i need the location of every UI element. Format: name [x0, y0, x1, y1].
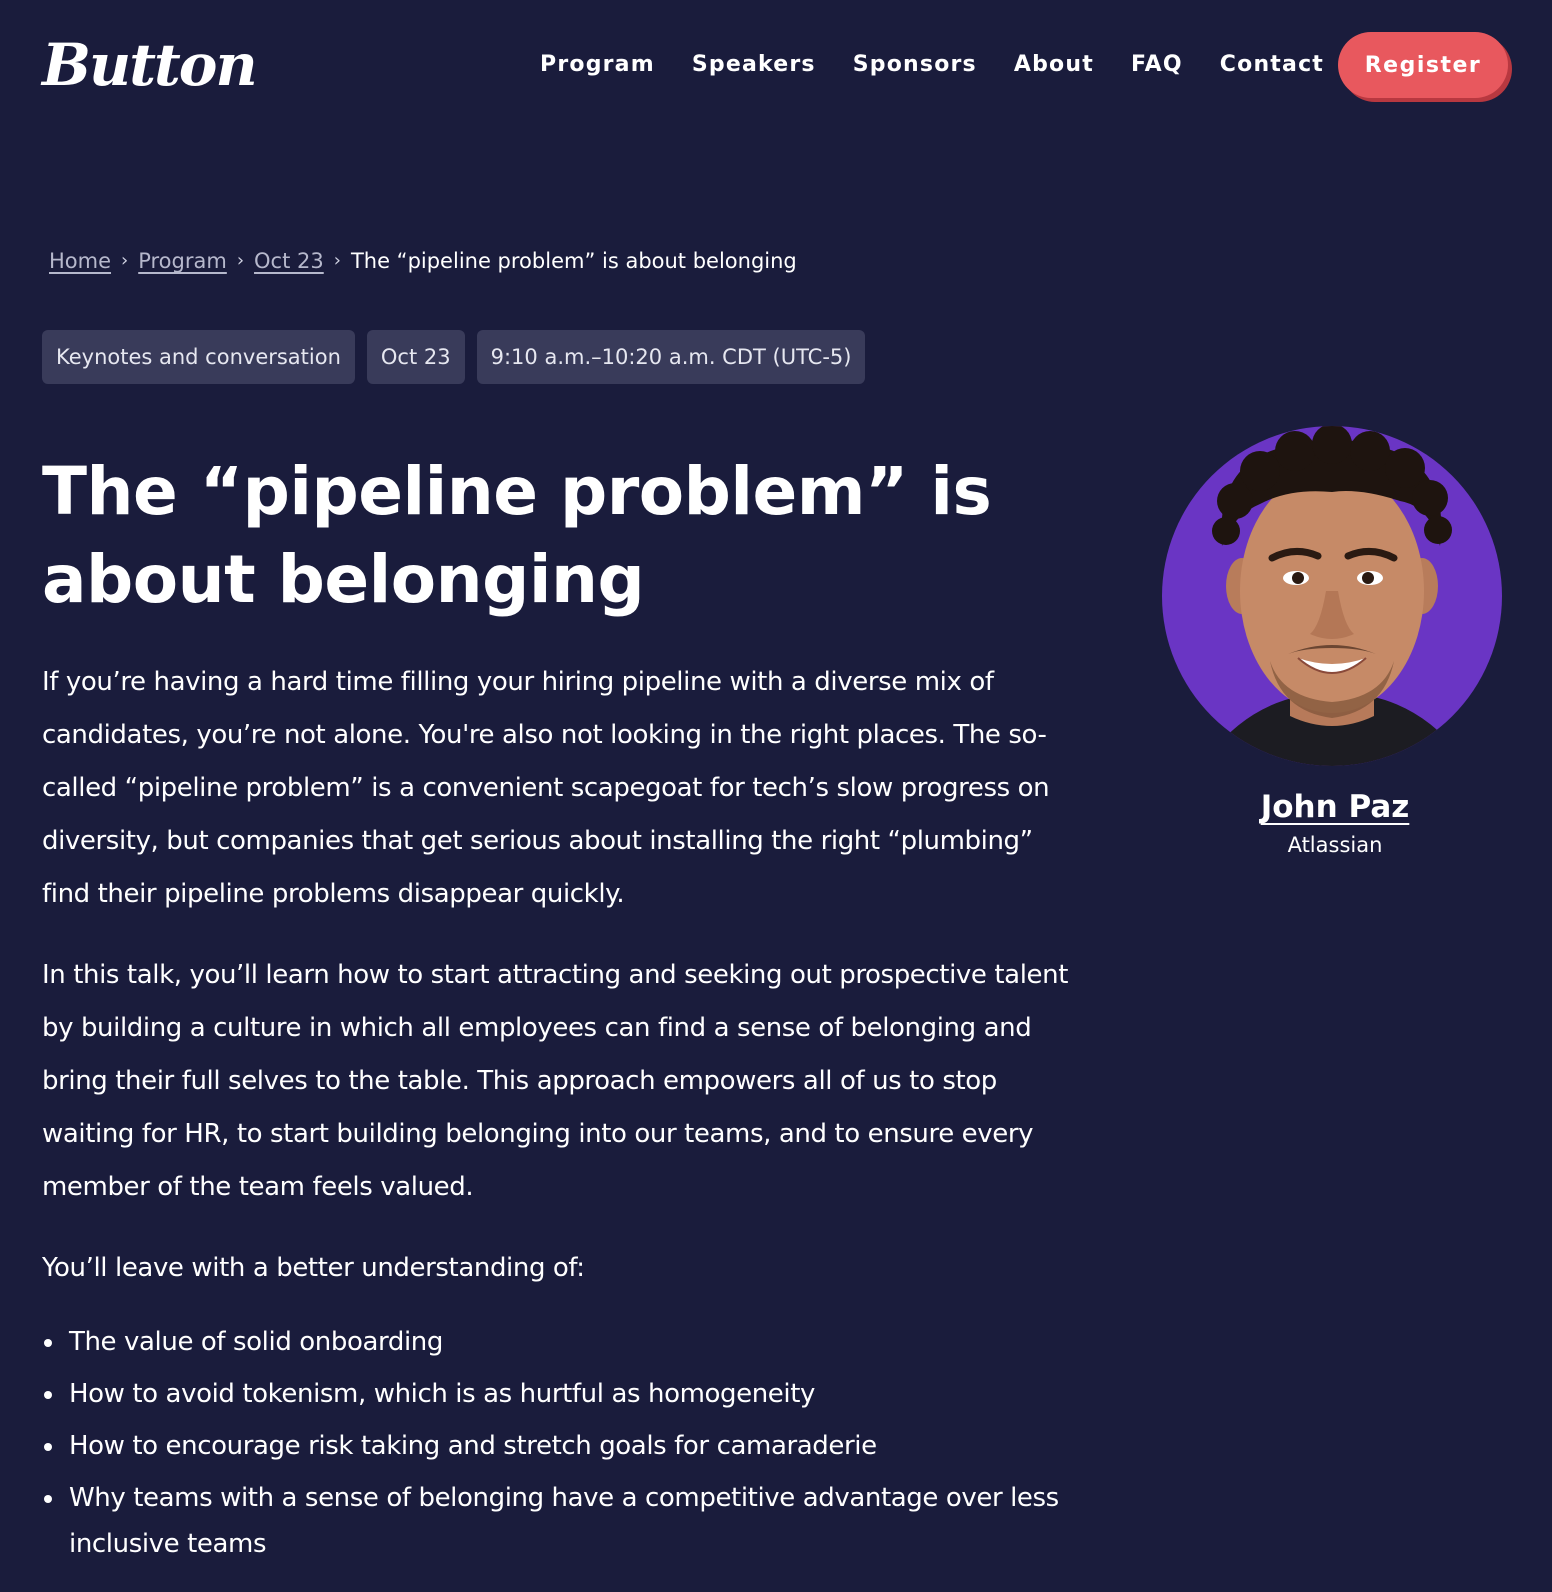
site-header: Button Program Speakers Sponsors About F…: [0, 0, 1552, 130]
nav-speakers[interactable]: Speakers: [692, 48, 816, 82]
breadcrumb: Home › Program › Oct 23 › The “pipeline …: [49, 244, 797, 278]
tag-date: Oct 23: [366, 330, 465, 384]
register-button[interactable]: Register: [1338, 32, 1508, 98]
list-intro: You’ll leave with a better understanding…: [42, 1253, 585, 1283]
description-paragraph: In this talk, you’ll learn how to start …: [42, 960, 1068, 1202]
nav-about[interactable]: About: [1014, 48, 1094, 82]
takeaways-list: The value of solid onboarding How to avo…: [42, 1319, 1072, 1567]
tag-time: 9:10 a.m.–10:20 a.m. CDT (UTC-5): [476, 330, 866, 384]
breadcrumb-date[interactable]: Oct 23: [254, 244, 324, 278]
page-title: The “pipeline problem” is about belongin…: [42, 453, 992, 618]
session-tags: Keynotes and conversation Oct 23 9:10 a.…: [42, 330, 866, 384]
nav-sponsors[interactable]: Sponsors: [853, 48, 977, 82]
speaker-avatar[interactable]: [1160, 426, 1510, 776]
avatar-portrait: [1162, 426, 1502, 766]
breadcrumb-separator: ›: [236, 250, 245, 271]
description-paragraph: If you’re having a hard time filling you…: [42, 667, 1050, 909]
nav-faq[interactable]: FAQ: [1131, 48, 1183, 82]
speaker-card: John Paz Atlassian: [1160, 426, 1510, 862]
site-logo[interactable]: Button: [42, 30, 258, 100]
speaker-company: Atlassian: [1287, 833, 1383, 857]
nav-contact[interactable]: Contact: [1220, 48, 1324, 82]
list-item: How to encourage risk taking and stretch…: [42, 1423, 1072, 1469]
list-item: Why teams with a sense of belonging have…: [42, 1475, 1072, 1567]
tag-track: Keynotes and conversation: [42, 330, 355, 384]
speaker-name-link[interactable]: John Paz: [1261, 786, 1410, 828]
list-item: How to avoid tokenism, which is as hurtf…: [42, 1371, 1072, 1417]
breadcrumb-home[interactable]: Home: [49, 244, 111, 278]
nav-program[interactable]: Program: [540, 48, 655, 82]
breadcrumb-separator: ›: [121, 250, 129, 271]
session-description: If you’re having a hard time filling you…: [42, 656, 1072, 1573]
list-item: The value of solid onboarding: [42, 1319, 1072, 1365]
main-nav: Program Speakers Sponsors About FAQ Cont…: [540, 48, 1361, 82]
breadcrumb-separator: ›: [333, 250, 341, 271]
breadcrumb-program[interactable]: Program: [138, 244, 227, 278]
breadcrumb-current: The “pipeline problem” is about belongin…: [350, 249, 797, 273]
